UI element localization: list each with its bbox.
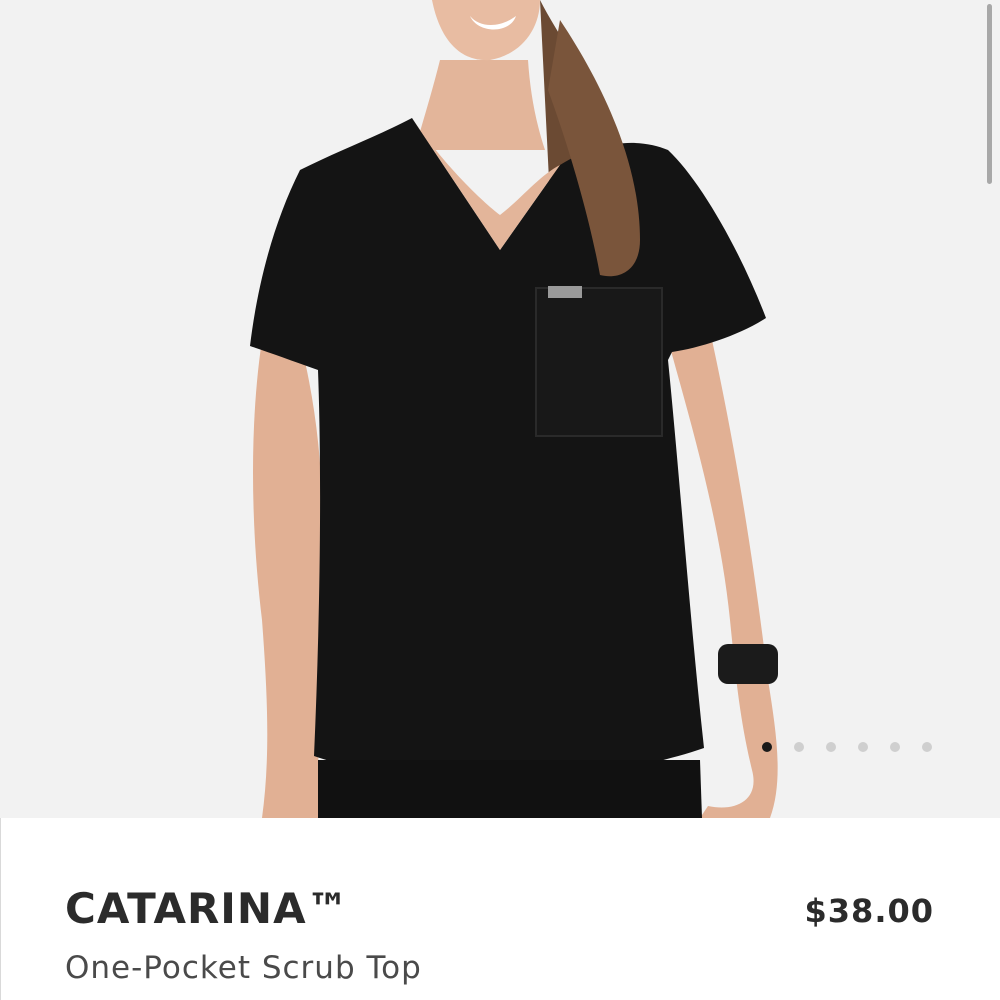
- scrollbar-thumb[interactable]: [987, 4, 992, 184]
- product-subtitle: One-Pocket Scrub Top: [65, 950, 422, 986]
- product-price: $38.00: [804, 892, 934, 930]
- gallery-dot-2[interactable]: [794, 742, 804, 752]
- product-image-gallery[interactable]: [0, 0, 1000, 818]
- gallery-dot-1[interactable]: [762, 742, 772, 752]
- scrollbar[interactable]: [984, 0, 1000, 818]
- gallery-dot-6[interactable]: [922, 742, 932, 752]
- product-page: CATARINA™ $38.00 One-Pocket Scrub Top: [0, 0, 1000, 1000]
- product-photo: [0, 0, 1000, 818]
- gallery-dot-3[interactable]: [826, 742, 836, 752]
- product-name: CATARINA™: [65, 884, 350, 933]
- gallery-dot-5[interactable]: [890, 742, 900, 752]
- product-info: CATARINA™ $38.00 One-Pocket Scrub Top: [0, 818, 1000, 1000]
- gallery-pagination-dots: [762, 740, 932, 754]
- gallery-dot-4[interactable]: [858, 742, 868, 752]
